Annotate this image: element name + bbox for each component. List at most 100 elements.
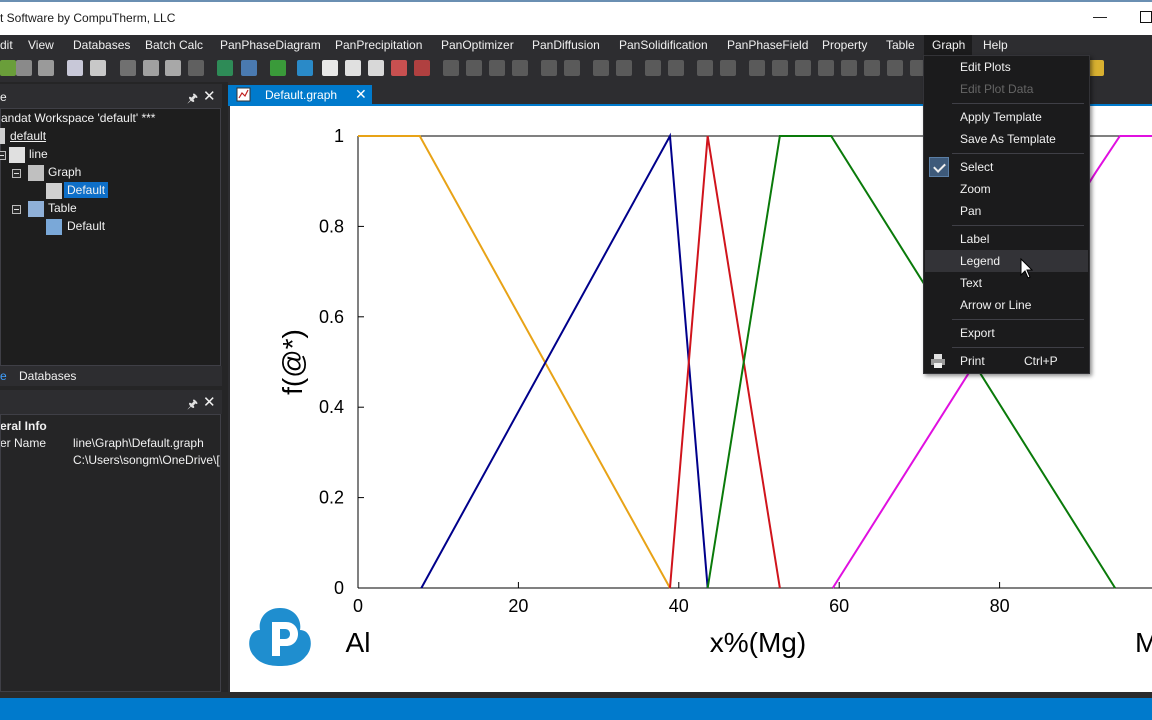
tool-6-icon[interactable]: [564, 60, 580, 76]
import-icon[interactable]: [217, 60, 233, 76]
menu-item-label: Save As Template: [960, 132, 1056, 146]
menu-item-select[interactable]: Select: [925, 156, 1088, 178]
pin-icon[interactable]: 🖈: [187, 89, 199, 105]
delete-icon[interactable]: [188, 60, 204, 76]
menu-item-apply-template[interactable]: Apply Template: [925, 106, 1088, 128]
tab-workspace[interactable]: e: [0, 369, 7, 383]
tool-18-icon[interactable]: [864, 60, 880, 76]
menu-view[interactable]: View: [28, 38, 54, 52]
tree-item-default-workspace[interactable]: default: [10, 129, 46, 143]
tab-databases[interactable]: Databases: [19, 369, 76, 383]
mouse-cursor-icon: [1020, 258, 1034, 279]
tool-2-icon[interactable]: [466, 60, 482, 76]
line-icon[interactable]: [345, 60, 361, 76]
x-tick-label: 0: [353, 596, 363, 616]
tool-7-icon[interactable]: [593, 60, 609, 76]
tool-3-icon[interactable]: [489, 60, 505, 76]
cut-icon[interactable]: [120, 60, 136, 76]
triangle-icon[interactable]: [391, 60, 407, 76]
menu-pandiffusion[interactable]: PanDiffusion: [532, 38, 600, 52]
menu-panoptimizer[interactable]: PanOptimizer: [441, 38, 514, 52]
tool-19-icon[interactable]: [887, 60, 903, 76]
tree-item-graph-default[interactable]: Default: [64, 182, 109, 198]
menu-item-edit-plot-data: Edit Plot Data: [925, 78, 1088, 100]
document-tab[interactable]: Default.graph ✕: [228, 85, 372, 105]
copy-icon[interactable]: [143, 60, 159, 76]
printer-icon: [931, 354, 945, 368]
maximize-button[interactable]: [1140, 11, 1152, 23]
print-preview-icon[interactable]: [67, 60, 83, 76]
tool-13-icon[interactable]: [749, 60, 765, 76]
menu-edit[interactable]: dit: [0, 38, 13, 52]
minimize-button[interactable]: —: [1093, 8, 1109, 26]
tool-8-icon[interactable]: [616, 60, 632, 76]
menu-item-arrow-or-line[interactable]: Arrow or Line: [925, 294, 1088, 316]
menu-item-label: Select: [960, 160, 994, 174]
print-icon[interactable]: [90, 60, 106, 76]
menu-panprecipitation[interactable]: PanPrecipitation: [335, 38, 422, 52]
download-icon[interactable]: [270, 60, 286, 76]
graph-file-icon: [236, 87, 251, 102]
tool-5-icon[interactable]: [541, 60, 557, 76]
chart-x-icon[interactable]: [414, 60, 430, 76]
save-icon[interactable]: [16, 60, 32, 76]
menu-databases[interactable]: Databases: [73, 38, 130, 52]
tool-10-icon[interactable]: [668, 60, 684, 76]
text-insert-icon[interactable]: [297, 60, 313, 76]
menu-item-label[interactable]: Label: [925, 228, 1088, 250]
tool-11-icon[interactable]: [697, 60, 713, 76]
menu-item-zoom[interactable]: Zoom: [925, 178, 1088, 200]
menu-separator: [952, 103, 1084, 104]
paste-icon[interactable]: [165, 60, 181, 76]
menu-help[interactable]: Help: [983, 38, 1008, 52]
menu-item-text[interactable]: Text: [925, 272, 1088, 294]
pin-icon[interactable]: 🖈: [187, 395, 199, 411]
left-panel: e 🖈 ✕ andat Workspace 'default' *** defa…: [0, 82, 228, 692]
series-line[interactable]: [358, 135, 671, 589]
menu-item-print[interactable]: Print Ctrl+P: [925, 350, 1088, 372]
menu-item-label: Apply Template: [960, 110, 1042, 124]
info-panel: eral Info er Name line\Graph\Default.gra…: [0, 414, 221, 692]
mail-icon[interactable]: [368, 60, 384, 76]
tool-1-icon[interactable]: [443, 60, 459, 76]
tool-12-icon[interactable]: [720, 60, 736, 76]
series-line[interactable]: [668, 135, 781, 589]
tool-14-icon[interactable]: [772, 60, 788, 76]
tree-item-line[interactable]: line: [29, 147, 48, 161]
menu-table[interactable]: Table: [886, 38, 915, 52]
collapse-icon[interactable]: [12, 169, 21, 178]
close-icon[interactable]: ✕: [203, 87, 217, 105]
tool-16-icon[interactable]: [818, 60, 834, 76]
close-icon[interactable]: ✕: [203, 393, 217, 411]
menu-graph[interactable]: Graph: [932, 38, 965, 52]
close-icon[interactable]: ✕: [355, 86, 367, 103]
collapse-icon[interactable]: [0, 151, 6, 160]
tool-9-icon[interactable]: [645, 60, 661, 76]
point-icon[interactable]: [322, 60, 338, 76]
collapse-icon[interactable]: [12, 205, 21, 214]
graph-dropdown-menu: Edit Plots Edit Plot Data Apply Template…: [923, 55, 1090, 374]
menu-item-edit-plots[interactable]: Edit Plots: [925, 56, 1088, 78]
tool-4-icon[interactable]: [512, 60, 528, 76]
save-all-icon[interactable]: [38, 60, 54, 76]
table-view-icon[interactable]: [241, 60, 257, 76]
menu-panphasefield[interactable]: PanPhaseField: [727, 38, 808, 52]
tree-item-table[interactable]: Table: [48, 201, 77, 215]
menu-item-save-as-template[interactable]: Save As Template: [925, 128, 1088, 150]
tree-item-graph[interactable]: Graph: [48, 165, 81, 179]
menu-property[interactable]: Property: [822, 38, 867, 52]
menu-batch-calc[interactable]: Batch Calc: [145, 38, 203, 52]
menu-pansolidification[interactable]: PanSolidification: [619, 38, 708, 52]
menu-item-legend[interactable]: Legend: [925, 250, 1088, 272]
menu-panphasediagram[interactable]: PanPhaseDiagram: [220, 38, 321, 52]
menu-item-export[interactable]: Export: [925, 322, 1088, 344]
left-element-label: Al: [346, 627, 371, 658]
menu-item-text: Print: [960, 354, 985, 368]
tool-17-icon[interactable]: [841, 60, 857, 76]
tree-item-table-default[interactable]: Default: [67, 219, 105, 233]
series-line[interactable]: [420, 132, 709, 589]
menu-item-pan[interactable]: Pan: [925, 200, 1088, 222]
open-icon[interactable]: [0, 60, 16, 76]
pencil-icon[interactable]: [1088, 60, 1104, 76]
tool-15-icon[interactable]: [795, 60, 811, 76]
